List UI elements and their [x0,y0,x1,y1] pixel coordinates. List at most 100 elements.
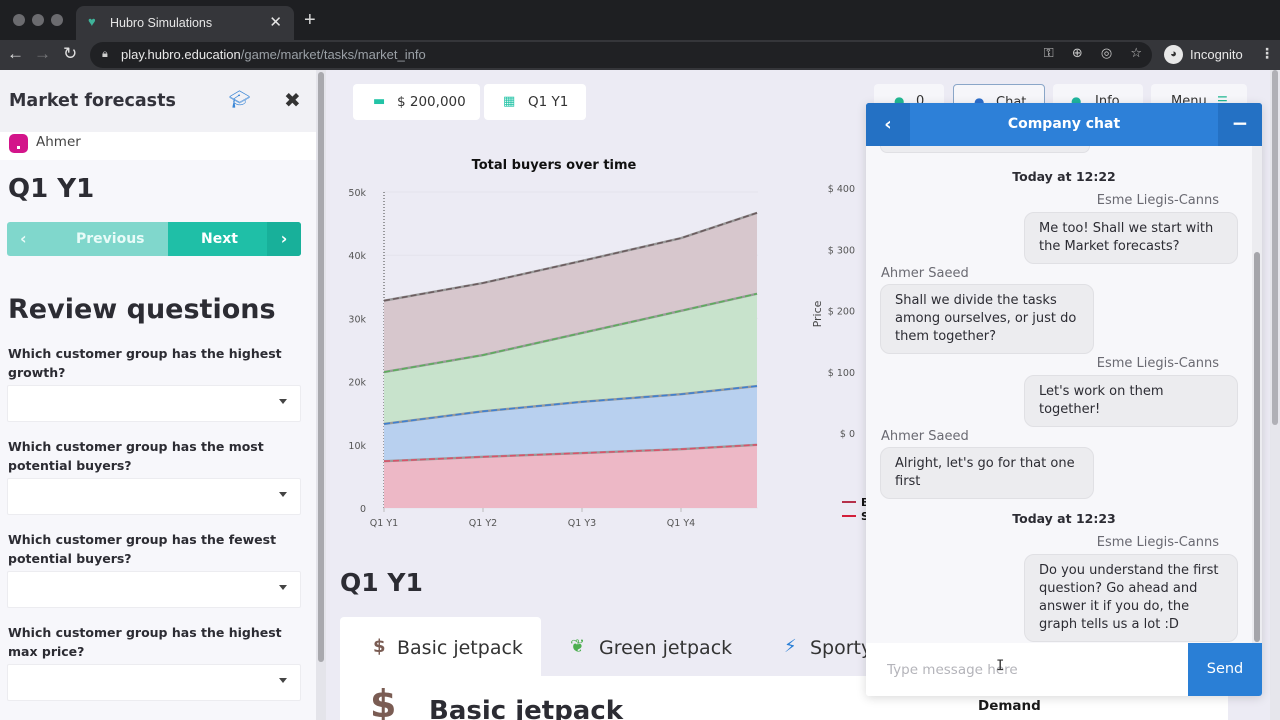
chat-timestamp: Today at 12:22 [1012,169,1116,184]
message-sender: Ahmer Saeed [881,429,969,444]
company-chat-panel: Company chat ‹ − Today at 12:22 Esme Lie… [866,103,1262,696]
chat-messages: Today at 12:22 Esme Liegis-Canns Me too!… [866,146,1252,643]
star-icon[interactable]: ☆ [1130,46,1142,61]
previous-button[interactable]: ‹ Previous [7,222,168,256]
back-icon[interactable]: ← [7,44,24,64]
demand-label: Demand [978,698,1041,714]
forward-icon[interactable]: → [34,44,51,64]
tab-basic-jetpack[interactable]: $ Basic jetpack [340,617,541,677]
window-close-dot[interactable] [13,14,25,26]
price-tick-label: $ 200 [828,307,855,318]
send-button[interactable]: Send [1188,643,1262,696]
chevron-left-icon: ‹ [20,229,27,248]
tab-sporty-jetpack[interactable]: ⚡ Sporty [770,617,868,677]
tab-close-icon[interactable]: ✕ [269,13,282,31]
browser-toolbar: ← → ↻ 🔒︎ play.hubro.education/game/marke… [0,40,1280,70]
question-label: Which customer group has the highest max… [8,625,282,659]
window-minimize-dot[interactable] [32,14,44,26]
lock-icon: 🔒︎ [102,47,108,60]
text-cursor-icon: I [996,658,1005,674]
caret-down-icon [279,492,287,497]
user-row: Ahmer [0,132,316,160]
chat-input-wrap [866,643,1188,696]
reload-icon[interactable]: ↻ [63,44,77,64]
caret-down-icon [279,678,287,683]
question-label: Which customer group has the most potent… [8,439,264,473]
user-name: Ahmer [36,134,81,150]
question-dropdown[interactable] [7,385,301,422]
chat-bubble-partial [880,146,1090,153]
left-panel: Market forecasts 🎓︎ ✖ Ahmer Q1 Y1 ‹ Prev… [0,70,316,720]
chat-title: Company chat [1007,116,1121,132]
caret-down-icon [279,399,287,404]
period-heading: Q1 Y1 [8,174,95,204]
period-pager: ‹ Previous Next › [7,222,301,256]
window-zoom-dot[interactable] [51,14,63,26]
chat-header: Company chat ‹ − [866,103,1262,146]
product-tabs: $ Basic jetpack ❦ Green jetpack ⚡ Sporty [340,617,868,677]
tab-green-jetpack[interactable]: ❦ Green jetpack [550,617,750,677]
url-text[interactable]: play.hubro.education/game/market/tasks/m… [121,47,426,62]
message-sender: Esme Liegis-Canns [1096,193,1219,208]
chat-scrollbar[interactable] [1252,146,1262,643]
message-bubble: Do you understand the first question? Go… [1024,554,1238,642]
buyers-chart: Total buyers over time 0 10k 20k 30k 40k 50k … [330,148,870,538]
y-tick-label: 50k [348,188,366,199]
y-tick-label: 30k [348,314,366,325]
browser-menu-icon[interactable]: ⋮ [1260,46,1274,62]
graduation-cap-icon[interactable]: 🎓︎ [229,90,251,110]
message-bubble: Let's work on them together! [1024,375,1238,427]
zoom-icon[interactable]: ⊕ [1072,46,1083,61]
product-card: $ Basic jetpack [340,676,868,720]
browser-titlebar: ♥ Hubro Simulations ✕ + [0,0,1280,40]
message-input[interactable] [866,643,1188,696]
address-bar[interactable]: 🔒︎ play.hubro.education/game/market/task… [90,42,1152,68]
user-avatar [9,134,28,153]
scrollbar-thumb[interactable] [1254,252,1260,642]
chart-title: Total buyers over time [472,158,637,173]
product-title: Basic jetpack [429,696,624,720]
chat-timestamp: Today at 12:23 [1012,511,1116,526]
leaf-icon: ❦ [570,636,586,657]
incognito-icon: ◕ [1164,45,1183,64]
eye-slash-icon[interactable]: ◎ [1101,46,1112,61]
message-bubble: Alright, let's go for that one first [880,447,1094,499]
question-dropdown[interactable] [7,664,301,701]
scrollbar-thumb[interactable] [1272,70,1278,425]
message-sender: Esme Liegis-Canns [1096,535,1219,550]
new-tab-button[interactable]: + [304,9,316,32]
left-panel-scrollbar[interactable] [316,70,326,720]
y-tick-label: 20k [348,378,366,389]
caret-down-icon [279,585,287,590]
price-tick-label: $ 400 [828,184,855,195]
question-dropdown[interactable] [7,478,301,515]
price-axis-label: Price [811,300,824,327]
message-bubble: Shall we divide the tasks among ourselve… [880,284,1094,354]
x-tick-label: Q1 Y1 [370,518,398,529]
browser-tab[interactable]: ♥ Hubro Simulations ✕ [76,6,294,40]
bolt-icon: ⚡ [784,636,797,657]
next-button[interactable]: Next › [168,222,301,256]
review-questions-heading: Review questions [8,294,276,325]
minimize-icon[interactable]: − [1218,103,1262,146]
period-chip: ▦ Q1 Y1 [484,84,586,120]
x-tick-label: Q1 Y4 [667,518,695,529]
dollar-icon: $ [373,636,386,657]
panel-title: Market forecasts [9,91,176,111]
key-icon[interactable]: ⚿ [1044,46,1054,61]
chevron-left-icon[interactable]: ‹ [866,103,910,146]
calendar-icon: ▦ [503,94,516,109]
y-tick-label: 40k [348,251,366,262]
close-panel-icon[interactable]: ✖ [284,88,301,112]
message-sender: Ahmer Saeed [881,266,969,281]
message-bubble: Me too! Shall we start with the Market f… [1024,212,1238,264]
question-label: Which customer group has the highest gro… [8,346,282,380]
question-dropdown[interactable] [7,571,301,608]
y-tick-label: 10k [348,441,366,452]
scrollbar-thumb[interactable] [318,72,324,662]
chevron-right-icon: › [267,222,301,256]
price-tick-label: $ 300 [828,245,855,256]
x-tick-label: Q1 Y3 [568,518,596,529]
money-chip: ▬ $ 200,000 [353,84,480,120]
main-scrollbar[interactable] [1270,70,1280,720]
